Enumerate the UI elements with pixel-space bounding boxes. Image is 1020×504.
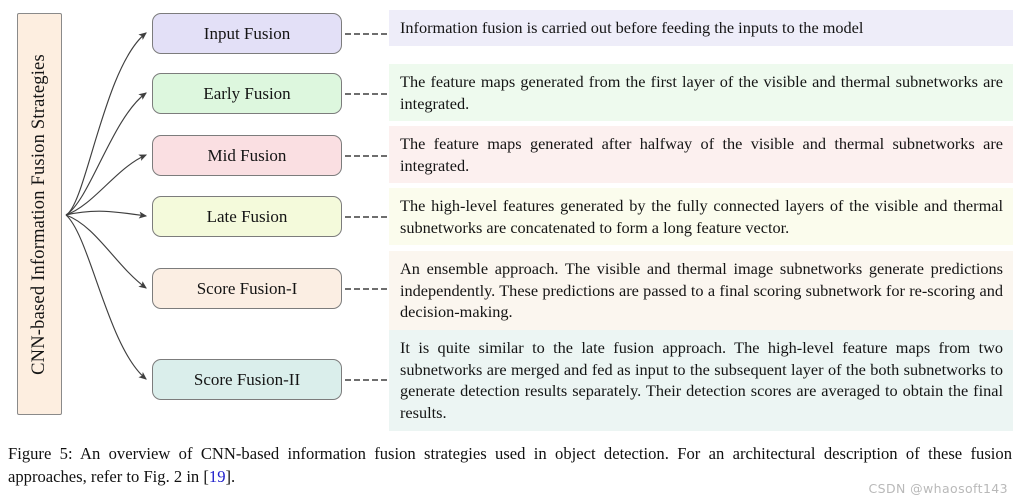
caption-text-after: ]. <box>225 466 236 486</box>
strategy-node-label: Score Fusion-I <box>196 278 298 298</box>
description-panel-score-fusion-ii: It is quite similar to the late fusion a… <box>389 330 1013 431</box>
figure-container: CNN-based Information Fusion Strategies … <box>0 0 1020 504</box>
edge-to-late-fusion <box>65 210 148 219</box>
strategy-node-label: Input Fusion <box>203 23 291 43</box>
watermark-text: CSDN @whaosoft143 <box>868 481 1008 496</box>
description-text: The feature maps generated after halfway… <box>400 134 1003 175</box>
strategy-node-score-fusion-i[interactable]: Score Fusion-I <box>152 268 342 309</box>
watermark: CSDN @whaosoft143 <box>869 481 1008 496</box>
strategy-node-late-fusion[interactable]: Late Fusion <box>152 196 342 237</box>
caption-text-before: Figure 5: An overview of CNN-based infor… <box>8 444 1012 486</box>
edge-to-early-fusion <box>65 92 147 216</box>
caption-reference-link[interactable]: 19 <box>209 467 226 486</box>
strategy-node-input-fusion[interactable]: Input Fusion <box>152 13 342 54</box>
description-panel-mid-fusion: The feature maps generated after halfway… <box>389 126 1013 184</box>
dashed-link-early-fusion <box>345 93 387 95</box>
description-panel-late-fusion: The high-level features generated by the… <box>389 188 1013 246</box>
edge-to-input-fusion <box>65 32 147 216</box>
dashed-link-score-fusion-i <box>345 288 387 290</box>
description-panel-input-fusion: Information fusion is carried out before… <box>389 10 1013 46</box>
description-text: An ensemble approach. The visible and th… <box>400 259 1003 322</box>
strategy-node-label: Score Fusion-II <box>193 369 301 389</box>
dashed-link-input-fusion <box>345 33 387 35</box>
description-text: The high-level features generated by the… <box>400 196 1003 237</box>
description-text: The feature maps generated from the firs… <box>400 72 1003 113</box>
strategy-node-score-fusion-ii[interactable]: Score Fusion-II <box>152 359 342 400</box>
strategy-node-label: Late Fusion <box>206 206 288 226</box>
figure-caption: Figure 5: An overview of CNN-based infor… <box>8 443 1012 489</box>
strategy-node-early-fusion[interactable]: Early Fusion <box>152 73 342 114</box>
description-panel-score-fusion-i: An ensemble approach. The visible and th… <box>389 251 1013 331</box>
dashed-link-mid-fusion <box>345 155 387 157</box>
dashed-link-late-fusion <box>345 216 387 218</box>
root-node: CNN-based Information Fusion Strategies <box>17 13 62 415</box>
description-text: It is quite similar to the late fusion a… <box>400 338 1003 423</box>
edge-to-score-fusion-ii <box>65 214 147 380</box>
strategy-node-label: Early Fusion <box>203 83 291 103</box>
dashed-link-score-fusion-ii <box>345 379 387 381</box>
edge-to-mid-fusion <box>65 154 148 216</box>
edge-to-score-fusion-i <box>65 214 147 289</box>
description-panel-early-fusion: The feature maps generated from the firs… <box>389 64 1013 122</box>
root-node-label: CNN-based Information Fusion Strategies <box>29 53 49 375</box>
strategy-node-label: Mid Fusion <box>207 145 287 165</box>
strategy-node-mid-fusion[interactable]: Mid Fusion <box>152 135 342 176</box>
description-text: Information fusion is carried out before… <box>400 18 864 37</box>
